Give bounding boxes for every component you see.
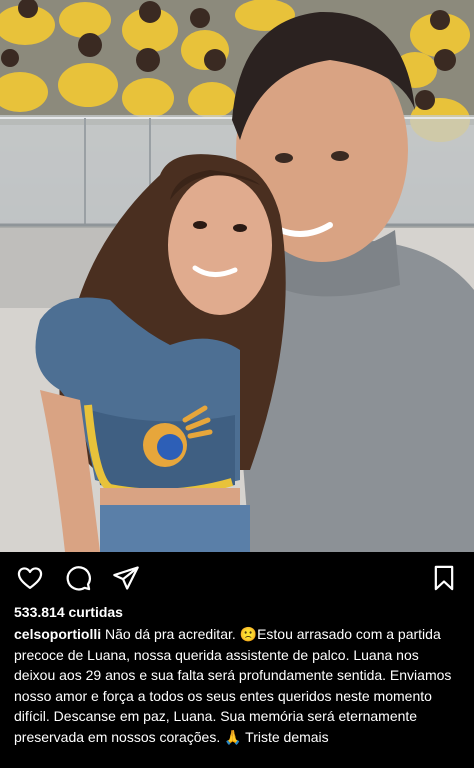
send-icon[interactable]: [112, 564, 140, 592]
bookmark-icon[interactable]: [430, 564, 458, 592]
caption-text: Não dá pra acreditar. 🙁Estou arrasado co…: [14, 626, 452, 745]
post-image[interactable]: [0, 0, 474, 552]
like-count[interactable]: 533.814 curtidas: [14, 602, 460, 622]
heart-icon[interactable]: [16, 564, 44, 592]
post-caption: celsoportiolli Não dá pra acreditar. 🙁Es…: [14, 624, 460, 747]
comment-icon[interactable]: [64, 564, 92, 592]
post-details: 533.814 curtidas celsoportiolli Não dá p…: [0, 600, 474, 747]
caption-username[interactable]: celsoportiolli: [14, 626, 101, 642]
post-actions-bar: [0, 552, 474, 600]
post-photo-illustration: [0, 0, 474, 552]
